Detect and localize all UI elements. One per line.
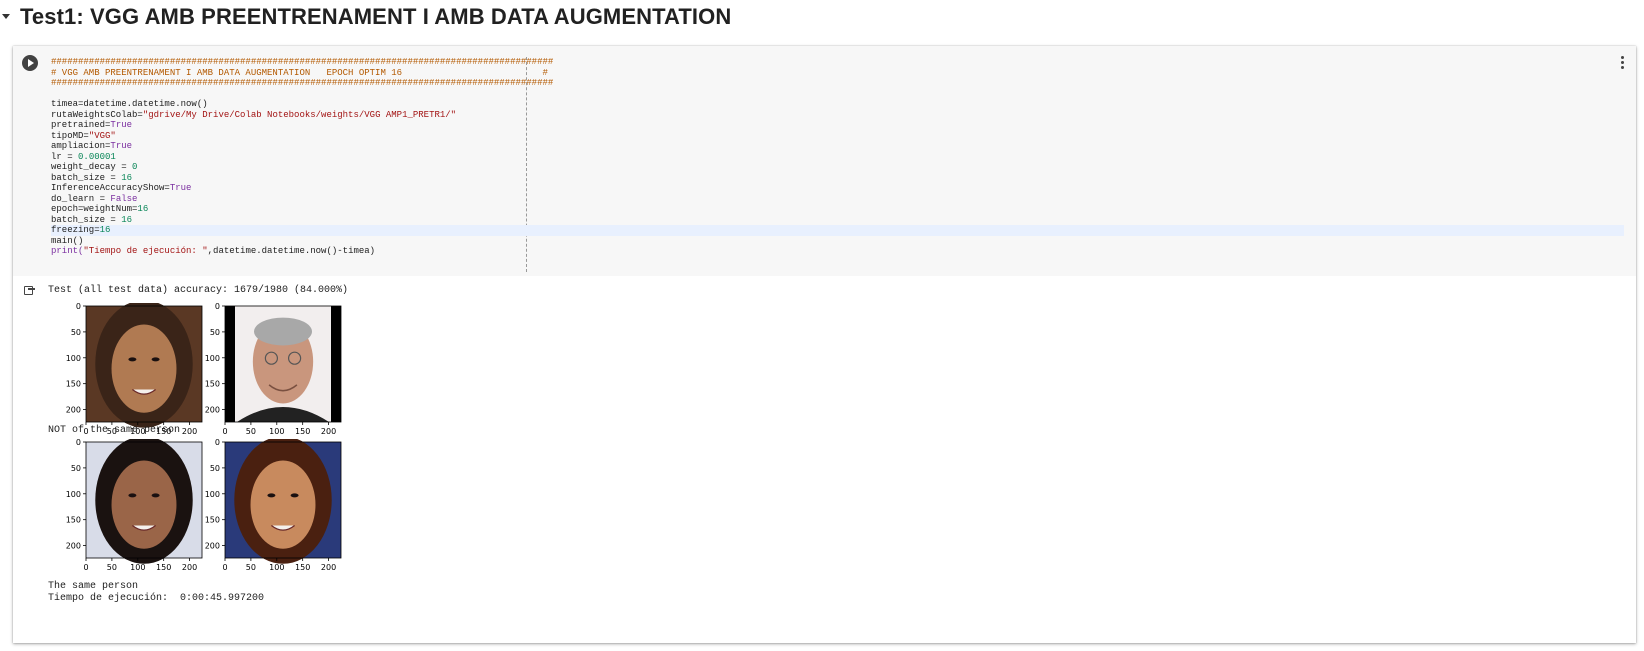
face-image-man-glasses: 0 50 100 150 200 0 50 100 150 200 [205,303,342,436]
x-tick-label: 200 [182,427,197,436]
x-tick-label: 50 [246,563,256,572]
result-text-2: The same person [48,581,139,592]
cell-output: Test (all test data) accuracy: 1679/1980… [13,276,1636,643]
code-line[interactable]: epoch=weightNum=16 [51,204,148,215]
x-tick-label: 200 [321,427,336,436]
code-line[interactable]: tipoMD="VGG" [51,131,116,142]
face-image-woman-1: 0501001502000 50 100 150 200 [66,303,203,436]
y-tick-label: 100 [66,490,81,499]
x-tick-label: 0 [222,563,227,572]
y-tick-label: 0 [215,439,220,447]
face-image-woman-3: 0 50 100 150 200 0 50 100 150 200 [205,439,342,572]
code-line[interactable]: do_learn = False [51,194,137,205]
code-line[interactable]: freezing=16 [51,225,1624,236]
plot-pair-1: 0 50 100 150 200 0 50 100 150 200 0 50 100 150 200 0 50 1… [47,303,347,439]
y-tick-label: 150 [205,516,220,525]
code-line[interactable]: timea=datetime.datetime.now() [51,99,208,110]
code-line[interactable]: # VGG AMB PREENTRENAMENT I AMB DATA AUGM… [51,68,548,79]
y-tick-label: 150 [66,380,81,389]
y-tick-label: 200 [205,406,220,415]
code-line[interactable]: pretrained=True [51,120,132,131]
y-tick-label: 50 [210,328,220,337]
x-tick-label: 50 [107,563,117,572]
y-tick-label: 100 [205,490,220,499]
x-tick-label: 150 [156,563,171,572]
play-icon [28,59,34,67]
code-line[interactable]: lr = 0.00001 [51,152,116,163]
y-tick-label: 150 [205,380,220,389]
x-tick-label: 50 [246,427,256,436]
collapse-arrow-icon[interactable] [2,14,10,19]
x-tick-label: 0 [222,427,227,436]
x-tick-label: 100 [269,563,284,572]
y-tick-label: 100 [205,354,220,363]
code-line[interactable]: batch_size = 16 [51,215,132,226]
code-editor[interactable]: ########################################… [51,57,1631,272]
x-tick-label: 100 [269,427,284,436]
result-text-1: NOT of the same person [48,425,181,436]
section-title: Test1: VGG AMB PREENTRENAMENT I AMB DATA… [20,4,732,29]
code-line[interactable]: batch_size = 16 [51,173,132,184]
output-redirect-icon[interactable] [24,286,35,295]
code-line[interactable]: main() [51,236,83,247]
y-tick-label: 50 [71,328,81,337]
code-line[interactable]: ampliacion=True [51,141,132,152]
line-length-ruler [526,57,527,272]
code-line[interactable]: ########################################… [51,57,553,68]
y-tick-label: 50 [210,464,220,473]
y-tick-label: 150 [66,516,81,525]
y-tick-label: 200 [66,542,81,551]
code-line[interactable]: InferenceAccuracyShow=True [51,183,191,194]
plot-pair-2: 0 50 100 150 200 0 50 100 150 200 0 50 100 150 200 0 50 1… [47,439,347,575]
run-cell-button[interactable] [22,55,38,71]
code-line[interactable]: print("Tiempo de ejecución: ",datetime.d… [51,246,375,257]
image-pair-figure-1: 0501001502000 50 100 150 2000501001502000 50 1… [66,303,342,436]
x-tick-label: 0 [83,563,88,572]
y-tick-label: 100 [66,354,81,363]
x-tick-label: 150 [295,563,310,572]
code-cell[interactable]: ########################################… [13,46,1636,643]
y-tick-label: 200 [66,406,81,415]
x-tick-label: 200 [321,563,336,572]
x-tick-label: 150 [295,427,310,436]
y-tick-label: 50 [71,464,81,473]
code-line[interactable]: rutaWeightsColab="gdrive/My Drive/Colab … [51,110,456,121]
y-tick-label: 0 [76,439,81,447]
code-line[interactable]: ########################################… [51,78,553,89]
y-tick-label: 200 [205,542,220,551]
face-image-woman-2: 0 50 100 150 200 0 50 100 150 200 [66,439,203,572]
code-editor-area[interactable]: ########################################… [13,46,1636,276]
section-header: Test1: VGG AMB PREENTRENAMENT I AMB DATA… [0,0,1644,36]
y-tick-label: 0 [76,303,81,311]
code-line[interactable]: weight_decay = 0 [51,162,137,173]
accuracy-output: Test (all test data) accuracy: 1679/1980… [48,285,349,296]
y-tick-label: 0 [215,303,220,311]
image-pair-figure-2: 0 50 100 150 200 0 50 100 150 200 0 50 100 150 200 0 50 1… [66,439,342,572]
x-tick-label: 100 [130,563,145,572]
x-tick-label: 200 [182,563,197,572]
execution-time-output: Tiempo de ejecución: 0:00:45.997200 [48,593,265,604]
